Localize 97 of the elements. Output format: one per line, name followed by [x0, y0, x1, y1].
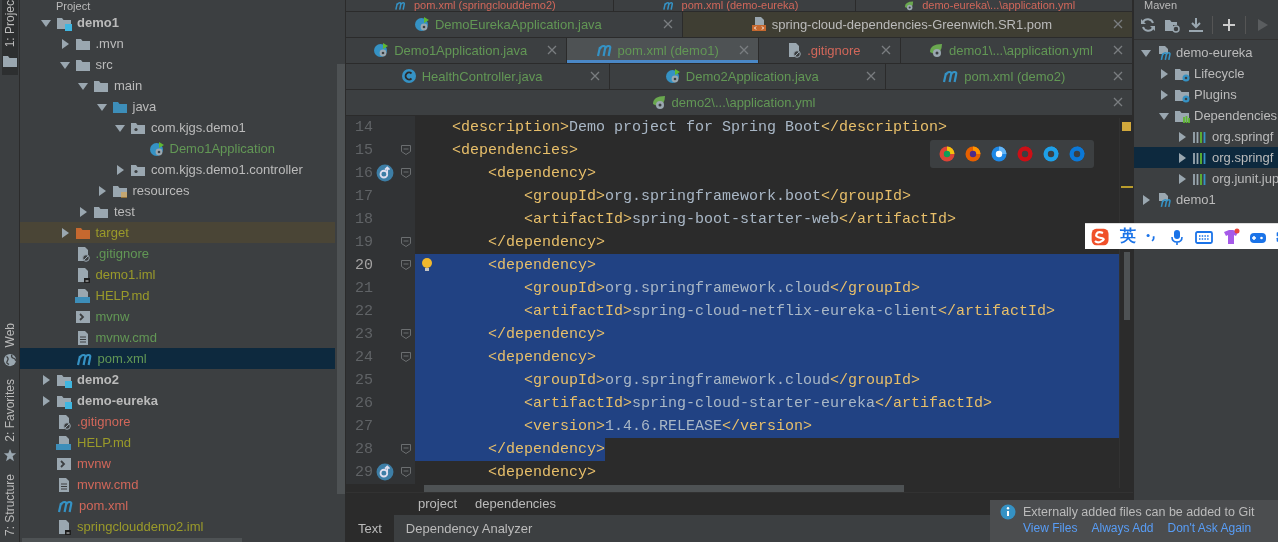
tree-row[interactable]: test — [20, 201, 335, 222]
tree-label: org.springf — [1212, 150, 1274, 165]
editor-mode-tab[interactable]: Dependency Analyzer — [393, 515, 545, 542]
tree-label: resources — [131, 183, 190, 198]
notification-message: Externally added files can be added to Git — [1023, 505, 1255, 519]
code-line: <dependency> — [487, 462, 597, 483]
tree-row[interactable]: org.springf — [1134, 126, 1278, 147]
tree-row[interactable]: resources — [20, 180, 335, 201]
code-line: <groupId>org.springframework.boot</groupId> — [523, 186, 912, 207]
tree-row[interactable]: mvnw.cmd — [20, 474, 335, 495]
tree-row[interactable]: Lifecycle — [1134, 63, 1278, 84]
tree-label: org.junit.jup — [1212, 171, 1278, 186]
tool-window-tab[interactable]: Web — [2, 316, 17, 374]
panel-title: Project — [56, 1, 91, 12]
tree-row[interactable]: pom.xml — [20, 495, 335, 516]
tree-row[interactable]: demo-eureka — [1134, 42, 1278, 63]
tree-row[interactable]: .gitignore — [20, 243, 335, 264]
editor-tab[interactable]: pom.xml (springclouddemo2) — [346, 0, 614, 11]
tree-row[interactable]: demo1 — [1134, 189, 1278, 210]
tree-label: mvnw — [76, 456, 111, 471]
tree-label: Plugins — [1194, 87, 1237, 102]
tree-label: demo-eureka — [1176, 45, 1253, 60]
tree-label: demo1 — [1176, 192, 1216, 207]
tree-label: HELP.md — [76, 435, 131, 450]
tree-label: demo2 — [76, 372, 119, 387]
tree-row[interactable]: Demo1Application — [20, 138, 335, 159]
tree-row[interactable]: Plugins — [1134, 84, 1278, 105]
breadcrumb-item[interactable]: project — [418, 496, 458, 512]
tree-label: demo1 — [76, 15, 119, 30]
tree-label: demo-eureka — [76, 393, 158, 408]
tree-row[interactable]: mvnw — [20, 453, 335, 474]
tree-row[interactable]: HELP.md — [20, 432, 335, 453]
tree-label: java — [131, 99, 157, 114]
tree-row[interactable]: demo-eureka — [20, 390, 335, 411]
tree-row[interactable]: HELP.md — [20, 285, 335, 306]
tree-label: mvnw.cmd — [94, 330, 157, 345]
code-line: <description>Demo project for Spring Boot</description> — [451, 117, 948, 138]
panel-title: Maven — [1144, 0, 1178, 11]
tree-row[interactable]: java — [20, 96, 335, 117]
editor-tab[interactable]: spring-cloud-dependencies-Greenwich.SR1.pom — [682, 12, 1133, 37]
tree-label: com.kjgs.demo1 — [150, 120, 246, 135]
code-line: <artifactId>spring-boot-starter-web</artifactId> — [523, 209, 957, 230]
tool-window-tab[interactable]: 2: Favorites — [2, 373, 17, 468]
notification-link[interactable]: View Files — [1023, 521, 1078, 535]
tree-row[interactable]: springclouddemo2.iml — [20, 516, 335, 537]
tree-label: org.springf — [1212, 129, 1274, 144]
line-number: 20 — [346, 253, 373, 277]
tool-window-tab[interactable]: 7: Structure — [2, 467, 17, 542]
tree-row[interactable]: Dependencies — [1134, 105, 1278, 126]
tree-label: mvnw.cmd — [76, 477, 139, 492]
tree-row[interactable]: mvnw.cmd — [20, 327, 335, 348]
editor-tab[interactable]: .gitignore — [758, 37, 901, 63]
code-line: <dependencies> — [451, 140, 579, 161]
tree-label: target — [94, 225, 129, 240]
tree-label: src — [94, 57, 113, 72]
input-mode-toggle[interactable]: 英 — [1120, 226, 1136, 247]
tree-row[interactable]: main — [20, 75, 335, 96]
notification-link[interactable]: Always Add — [1091, 521, 1154, 535]
tree-row[interactable]: target — [20, 222, 335, 243]
tree-label: test — [113, 204, 135, 219]
tree-row[interactable]: demo1.iml — [20, 264, 335, 285]
notification-link[interactable]: Don't Ask Again — [1167, 521, 1252, 535]
editor-tab[interactable]: HealthController.java — [346, 63, 611, 89]
code-line: <dependency> — [487, 163, 597, 184]
tree-row[interactable]: com.kjgs.demo1.controller — [20, 159, 335, 180]
tree-label: springclouddemo2.iml — [76, 519, 204, 534]
tree-label: .mvn — [94, 36, 124, 51]
editor-mode-tab[interactable]: Text — [346, 515, 394, 542]
editor-tab[interactable]: pom.xml (demo1) — [567, 37, 759, 63]
tree-row[interactable]: pom.xml — [20, 348, 335, 369]
tree-row[interactable]: demo1 — [20, 12, 335, 33]
editor-tab[interactable]: DemoEurekaApplication.java — [346, 12, 683, 37]
tree-row[interactable]: .mvn — [20, 33, 335, 54]
tree-label: Lifecycle — [1194, 66, 1245, 81]
tree-row[interactable]: com.kjgs.demo1 — [20, 117, 335, 138]
editor-tab[interactable]: pom.xml (demo-eureka) — [613, 0, 857, 11]
tree-row[interactable]: org.springf — [1134, 147, 1278, 168]
tree-label: Dependencies — [1194, 108, 1278, 123]
tree-label: HELP.md — [94, 288, 150, 303]
tree-label: Demo1Application — [168, 141, 275, 156]
editor-tab[interactable]: Demo2Application.java — [610, 63, 887, 89]
tree-row[interactable]: org.junit.jup — [1134, 168, 1278, 189]
tree-row[interactable]: src — [20, 54, 335, 75]
tool-window-tab[interactable]: 1: Projec — [1, 0, 18, 76]
tree-row[interactable]: demo2 — [20, 369, 335, 390]
tree-label: mvnw — [94, 309, 130, 324]
tree-label: pom.xml — [78, 498, 129, 513]
tree-label: com.kjgs.demo1.controller — [150, 162, 303, 177]
code-line: </dependency> — [487, 232, 606, 253]
tree-label: .gitignore — [94, 246, 149, 261]
tree-row[interactable]: mvnw — [20, 306, 335, 327]
tree-label: main — [113, 78, 143, 93]
tree-row[interactable]: .gitignore — [20, 411, 335, 432]
breadcrumb-item[interactable]: dependencies — [475, 496, 556, 512]
tree-label: .gitignore — [76, 414, 131, 429]
tree-label: demo1.iml — [94, 267, 156, 282]
tree-label: pom.xml — [96, 351, 147, 366]
